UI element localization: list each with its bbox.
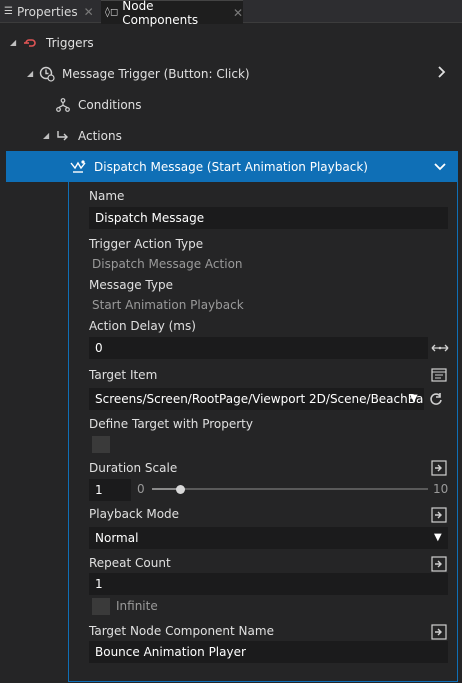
action-delay-input[interactable]: 0 (89, 337, 428, 359)
bind-property-icon[interactable] (430, 623, 448, 641)
slider-min-value: 0 (137, 482, 145, 496)
playback-mode-label: Playback Mode (89, 507, 180, 521)
repeat-count-input[interactable]: 1 (89, 573, 448, 595)
duration-scale-label: Duration Scale (89, 461, 178, 475)
infinite-label: Infinite (116, 599, 158, 613)
duration-scale-input[interactable]: 1 (89, 479, 131, 501)
bind-property-icon[interactable] (430, 459, 448, 477)
tree-label-triggers: Triggers (46, 35, 94, 50)
bind-property-icon[interactable] (430, 555, 448, 573)
name-label: Name (89, 189, 125, 203)
reset-target-icon[interactable] (427, 390, 445, 408)
expand-triangle-icon[interactable]: ◢ (27, 69, 33, 78)
tab-bar: ☰ Properties ✕ ◊◻ Node Components ✕ (0, 0, 462, 27)
message-trigger-icon (39, 66, 55, 82)
list-icon: ☰ (4, 6, 13, 17)
target-item-dropdown[interactable]: Screens/Screen/RootPage/Viewport 2D/Scen… (89, 388, 424, 410)
tab-properties[interactable]: ☰ Properties ✕ (4, 0, 98, 23)
tree-item-conditions[interactable]: Conditions (0, 89, 462, 120)
infinite-checkbox[interactable] (92, 598, 110, 615)
node-picker-icon[interactable] (430, 366, 448, 384)
tree-label-message-trigger: Message Trigger (Button: Click) (62, 66, 250, 81)
repeat-count-label: Repeat Count (89, 556, 171, 570)
trigger-action-type-value: Dispatch Message Action (92, 257, 243, 271)
trigger-icon (23, 35, 39, 51)
tree-item-dispatch-message[interactable]: Dispatch Message (Start Animation Playba… (6, 151, 458, 182)
tree-label-dispatch-message: Dispatch Message (Start Animation Playba… (94, 159, 368, 174)
chevron-right-icon[interactable] (437, 66, 446, 81)
dropdown-arrow-icon[interactable]: ▼ (410, 393, 418, 404)
tree-item-message-trigger[interactable]: ◢ Message Trigger (Button: Click) (0, 58, 462, 89)
chevron-down-icon[interactable] (434, 160, 446, 174)
slider-thumb[interactable] (176, 485, 185, 494)
tab-node-components-label: Node Components (122, 0, 199, 27)
target-item-label: Target Item (89, 368, 158, 382)
node-components-icon: ◊◻ (105, 7, 119, 18)
name-input[interactable]: Dispatch Message (89, 207, 448, 229)
duration-scale-slider[interactable] (152, 488, 428, 490)
horizontal-resize-icon[interactable] (431, 339, 449, 357)
tab-node-components[interactable]: ◊◻ Node Components ✕ (101, 0, 243, 27)
action-delay-label: Action Delay (ms) (89, 319, 196, 333)
bind-property-icon[interactable] (430, 506, 448, 524)
expand-triangle-icon[interactable]: ◢ (43, 131, 49, 140)
dropdown-arrow-icon[interactable]: ▼ (434, 532, 442, 543)
dispatch-message-icon (70, 159, 86, 175)
actions-icon (55, 128, 71, 144)
conditions-icon (55, 97, 71, 113)
close-icon[interactable]: ✕ (233, 6, 243, 20)
tree-label-actions: Actions (78, 128, 122, 143)
slider-max-value: 10 (433, 482, 449, 496)
trigger-action-type-label: Trigger Action Type (89, 237, 204, 251)
target-node-component-input[interactable]: Bounce Animation Player (89, 641, 448, 663)
tab-properties-label: Properties (16, 4, 78, 19)
target-node-component-label: Target Node Component Name (89, 624, 274, 638)
tree-item-triggers[interactable]: ◢ Triggers (0, 27, 462, 58)
close-icon[interactable]: ✕ (84, 5, 94, 19)
expand-triangle-icon[interactable]: ◢ (10, 38, 16, 47)
tree-label-conditions: Conditions (78, 97, 142, 112)
tree-item-actions[interactable]: ◢ Actions (0, 120, 462, 151)
message-type-value: Start Animation Playback (92, 298, 244, 312)
define-target-label: Define Target with Property (89, 417, 253, 431)
define-target-checkbox[interactable] (92, 436, 110, 453)
message-type-label: Message Type (89, 278, 173, 292)
playback-mode-dropdown[interactable]: Normal (89, 527, 448, 549)
